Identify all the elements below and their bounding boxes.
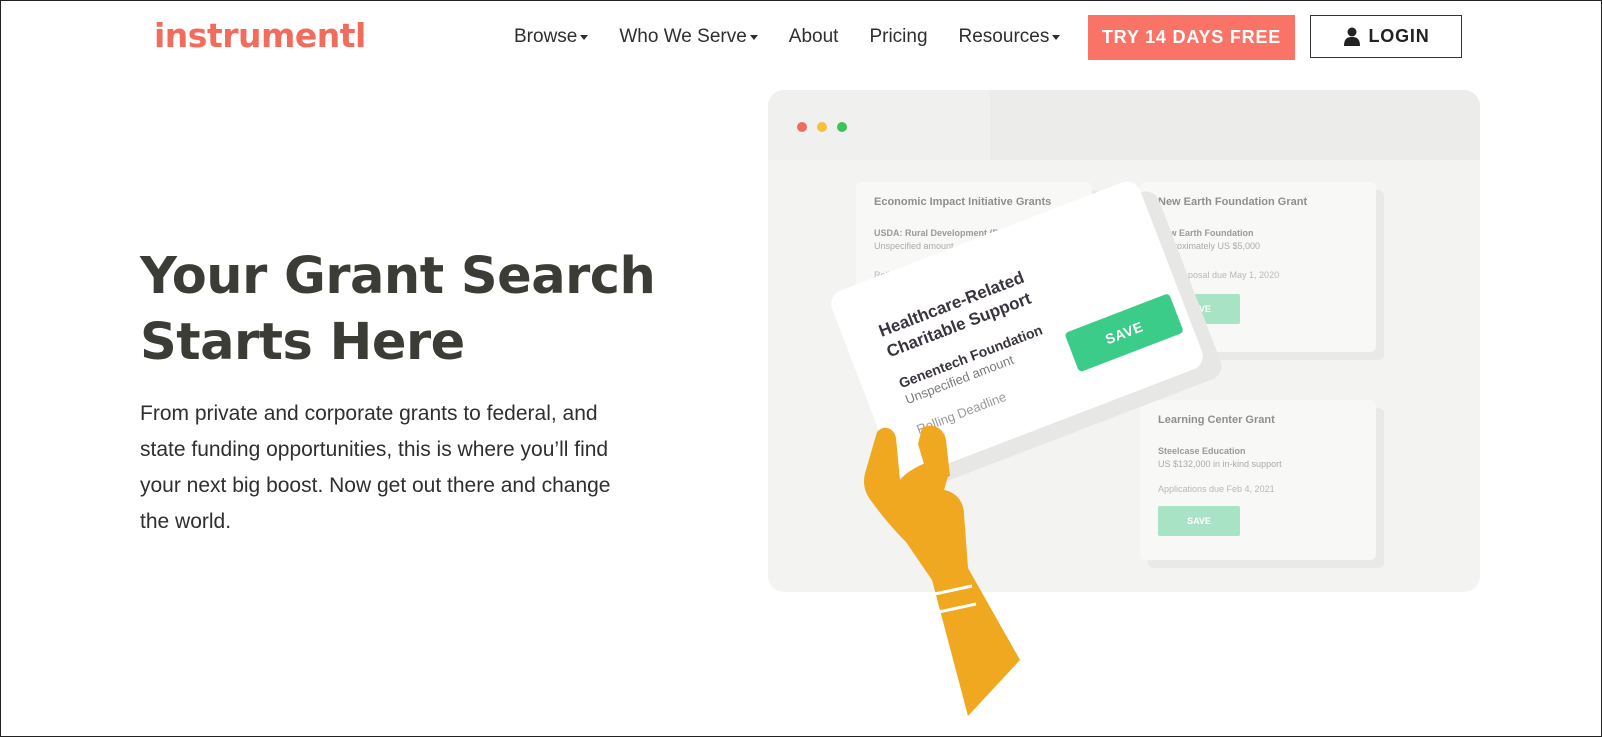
grant-card-deadline: Applications due Feb 4, 2021 <box>1158 484 1275 494</box>
caret-down-icon <box>749 35 758 40</box>
login-button[interactable]: LOGIN <box>1310 15 1462 58</box>
hero-title: Your Grant Search Starts Here <box>140 247 656 372</box>
user-icon <box>1343 27 1360 46</box>
featured-grant-save-button: SAVE <box>1064 293 1184 373</box>
hero-description: From private and corporate grants to fed… <box>140 402 611 533</box>
nav-pricing-label: Pricing <box>869 26 928 47</box>
grant-card-funder: New Earth Foundation <box>1158 228 1254 238</box>
grant-card-title: New Earth Foundation Grant <box>1158 196 1308 208</box>
caret-down-icon <box>1052 35 1061 40</box>
hand-illustration-icon <box>864 425 1020 716</box>
caret-down-icon <box>580 35 589 40</box>
featured-grant-title: Healthcare-Related Charitable Support <box>876 267 1034 362</box>
grant-card-title: Learning Center Grant <box>1158 414 1275 426</box>
login-button-label: LOGIN <box>1368 26 1430 46</box>
nav-browse[interactable]: Browse <box>514 26 589 48</box>
grant-card-deadline: Full proposal due May 1, 2020 <box>1158 270 1280 280</box>
nav-about-label: About <box>788 26 839 47</box>
nav-about[interactable]: About <box>789 26 839 48</box>
grant-card-save-button: SAVE <box>1158 506 1240 536</box>
grant-card-funder: Steelcase Education <box>1158 446 1246 456</box>
try-free-button[interactable]: TRY 14 DAYS FREE <box>1088 15 1295 60</box>
window-close-dot-icon <box>797 122 807 132</box>
grant-card-amount: US $132,000 in in-kind support <box>1158 459 1282 469</box>
nav-resources-label: Resources <box>958 26 1050 47</box>
nav-who-we-serve[interactable]: Who We Serve <box>619 26 758 48</box>
grant-card-amount: Approximately US $5,000 <box>1158 241 1261 251</box>
window-minimize-dot-icon <box>817 122 827 132</box>
nav-resources[interactable]: Resources <box>959 26 1061 48</box>
nav-who-we-serve-label: Who We Serve <box>619 26 747 47</box>
nav-browse-label: Browse <box>514 26 578 47</box>
nav-pricing[interactable]: Pricing <box>869 26 927 48</box>
grant-card: Learning Center Grant Steelcase Educatio… <box>1140 400 1376 560</box>
main-nav: Browse Who We Serve About Pricing Resour… <box>514 26 1091 48</box>
window-titlebar <box>768 90 1480 160</box>
grant-card-title: Economic Impact Initiative Grants <box>874 196 1052 208</box>
instrumentl-logo[interactable]: instrumentl <box>154 16 366 55</box>
window-maximize-dot-icon <box>837 122 847 132</box>
grant-card-amount: Unspecified amount <box>874 241 954 251</box>
